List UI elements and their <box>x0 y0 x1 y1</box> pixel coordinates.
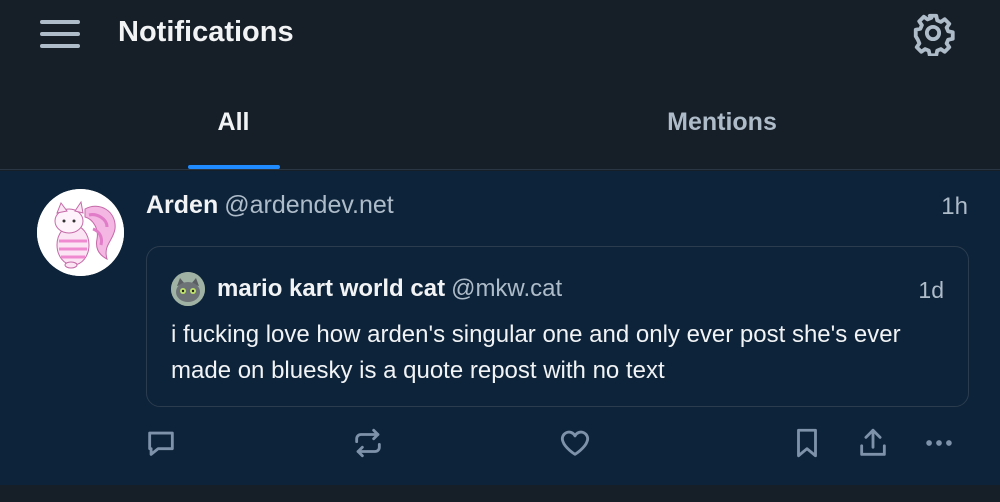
post-actions <box>0 426 1000 466</box>
tab-all[interactable]: All <box>0 108 467 137</box>
bookmark-icon[interactable] <box>790 426 826 462</box>
quote-author-name: mario kart world cat <box>217 275 446 302</box>
quote-author: mario kart world cat @mkw.cat <box>217 275 562 303</box>
more-icon[interactable] <box>922 426 958 462</box>
avatar[interactable] <box>37 189 124 276</box>
timestamp: 1h <box>941 193 968 220</box>
quote-timestamp: 1d <box>918 277 944 303</box>
quote-text: i fucking love how arden's singular one … <box>171 321 901 384</box>
notification-item[interactable]: Arden @ardendev.net 1h mario kart world c… <box>0 171 1000 485</box>
repost-icon[interactable] <box>351 426 387 462</box>
notification-author[interactable]: Arden @ardendev.net <box>146 191 394 220</box>
top-bar: Notifications <box>0 0 1000 70</box>
active-tab-indicator <box>188 165 280 169</box>
hamburger-menu-icon[interactable] <box>40 18 82 50</box>
share-icon[interactable] <box>856 426 892 462</box>
next-item-divider <box>0 485 1000 502</box>
gear-icon[interactable] <box>910 10 956 58</box>
tab-bar: All Mentions <box>0 70 1000 170</box>
page-title: Notifications <box>118 16 294 48</box>
reply-icon[interactable] <box>144 426 180 462</box>
like-icon[interactable] <box>558 426 594 462</box>
quoted-post[interactable]: mario kart world cat @mkw.cat 1d i fuckin… <box>146 246 969 407</box>
quote-avatar <box>171 272 205 306</box>
author-name: Arden <box>146 191 219 219</box>
author-handle: @ardendev.net <box>224 191 394 219</box>
quote-author-handle: @mkw.cat <box>451 275 563 302</box>
tab-mentions[interactable]: Mentions <box>480 108 964 137</box>
